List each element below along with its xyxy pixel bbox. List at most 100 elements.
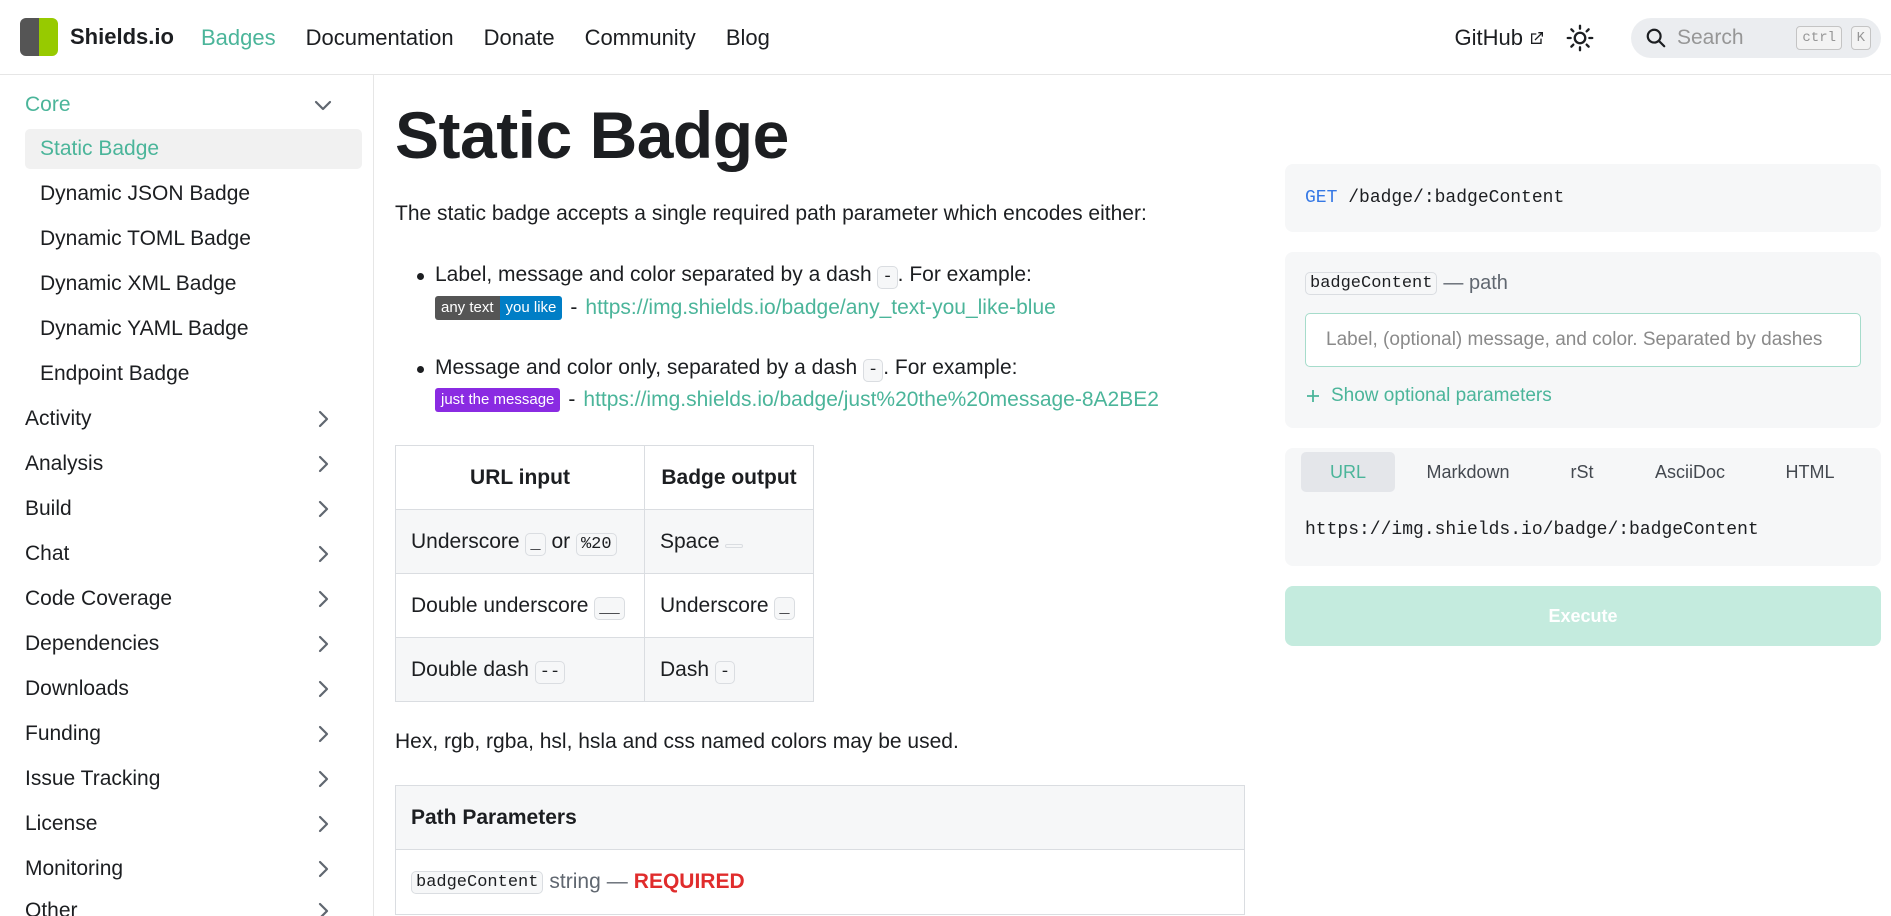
output-format-tabs: URL Markdown rSt AsciiDoc HTML (1301, 452, 1863, 492)
sidebar-category-analysis[interactable]: Analysis (25, 444, 355, 484)
sidebar-category-label: Activity (25, 407, 92, 430)
sidebar-category-chat[interactable]: Chat (25, 534, 355, 574)
sidebar-item-dynamic-yaml-badge[interactable]: Dynamic YAML Badge (25, 309, 362, 349)
tab-asciidoc[interactable]: AsciiDoc (1623, 452, 1757, 492)
chevron-right-icon (318, 455, 329, 473)
cell-text: Dash (660, 657, 710, 681)
sidebar-category-label: Core (25, 93, 71, 116)
execute-button[interactable]: Execute (1285, 586, 1881, 646)
field-kind: — path (1443, 272, 1508, 294)
field-name: badgeContent (1305, 272, 1438, 295)
http-method: GET (1305, 188, 1338, 208)
table-cell: Dash - (644, 637, 814, 702)
sidebar-category-label: Analysis (25, 452, 104, 475)
dash-code: - (877, 266, 898, 289)
search-button[interactable]: Search ctrl K (1631, 17, 1881, 58)
param-type: string (549, 870, 601, 893)
output-panel: URL Markdown rSt AsciiDoc HTML https://i… (1285, 448, 1881, 566)
sidebar-category-label: Code Coverage (25, 587, 173, 610)
separator: - (568, 388, 576, 411)
sidebar-category-label: Other (25, 899, 78, 916)
sidebar-category-activity[interactable]: Activity (25, 399, 355, 439)
sidebar-category-license[interactable]: License (25, 804, 355, 844)
brand-logo-link[interactable]: Shields.io (20, 18, 174, 56)
bullet-dot (417, 366, 424, 373)
plus-icon (1307, 390, 1319, 402)
sidebar-item-dynamic-xml-badge[interactable]: Dynamic XML Badge (25, 264, 362, 304)
github-link[interactable]: GitHub (1455, 25, 1545, 51)
sidebar-item-static-badge[interactable]: Static Badge (25, 129, 362, 169)
kbd-k: K (1850, 25, 1871, 50)
required-label: REQUIRED (633, 870, 745, 893)
chevron-right-icon (318, 680, 329, 698)
sidebar-category-build[interactable]: Build (25, 489, 355, 529)
sun-icon (1566, 24, 1594, 51)
nav-link-donate[interactable]: Donate (484, 25, 555, 51)
param-name: badgeContent (411, 870, 544, 894)
tab-url[interactable]: URL (1301, 452, 1395, 492)
cell-code: %20 (575, 532, 617, 556)
table-cell: Underscore _ or %20 (395, 509, 645, 574)
separator: - (570, 296, 578, 319)
nav-link-blog[interactable]: Blog (726, 25, 770, 51)
example-url-link[interactable]: https://img.shields.io/badge/just%20the%… (583, 388, 1159, 412)
cell-code: _ (525, 532, 546, 556)
sidebar-category-monitoring[interactable]: Monitoring (25, 849, 355, 889)
sidebar-item-dynamic-json-badge[interactable]: Dynamic JSON Badge (25, 174, 362, 214)
search-placeholder: Search (1677, 25, 1744, 49)
bullet-1-text: Label, message and color separated by a … (435, 263, 878, 286)
nav-link-community[interactable]: Community (585, 25, 696, 51)
chevron-right-icon (318, 860, 329, 878)
sidebar-category-label: Chat (25, 542, 70, 565)
chevron-right-icon (318, 815, 329, 833)
show-optional-parameters-button[interactable]: Show optional parameters (1305, 385, 1552, 407)
page-title: Static Badge (395, 98, 789, 172)
badge-message: you like (499, 296, 563, 320)
sidebar-category-funding[interactable]: Funding (25, 714, 355, 754)
table-row: Underscore _ or %20 Space (395, 509, 814, 574)
nav-link-badges[interactable]: Badges (201, 25, 276, 51)
sidebar-category-dependencies[interactable]: Dependencies (25, 624, 355, 664)
cell-code: __ (594, 596, 625, 620)
cell-text: Double dash (411, 657, 529, 681)
dash-code: - (863, 359, 884, 382)
table-cell: Space (644, 509, 814, 574)
table-cell: Double underscore __ (395, 573, 645, 638)
kbd-ctrl: ctrl (1796, 25, 1842, 50)
path-parameters-table: Path Parameters badgeContent string — RE… (395, 785, 1245, 915)
example-url-link[interactable]: https://img.shields.io/badge/any_text-yo… (585, 296, 1055, 320)
show-optional-label: Show optional parameters (1331, 385, 1552, 406)
navbar: Shields.io Badges Documentation Donate C… (0, 0, 1891, 75)
sidebar-category-code-coverage[interactable]: Code Coverage (25, 579, 355, 619)
theme-toggle-button[interactable] (1565, 23, 1595, 53)
param-row: badgeContent string — REQUIRED (396, 850, 1244, 914)
nav-link-documentation[interactable]: Documentation (306, 25, 454, 51)
chevron-right-icon (318, 770, 329, 788)
sidebar-item-dynamic-toml-badge[interactable]: Dynamic TOML Badge (25, 219, 362, 259)
badge-content-input[interactable]: Label, (optional) message, and color. Se… (1305, 313, 1861, 367)
sidebar-item-endpoint-badge[interactable]: Endpoint Badge (25, 354, 362, 394)
example-badge-any-text: any text you like (435, 296, 563, 320)
sidebar-category-issue-tracking[interactable]: Issue Tracking (25, 759, 355, 799)
brand-name: Shields.io (70, 24, 174, 49)
sidebar-category-core[interactable]: Core (25, 85, 355, 125)
sidebar-category-other[interactable]: Other (25, 891, 355, 916)
endpoint-path: /badge/:badgeContent (1348, 188, 1565, 208)
cell-text: or (551, 529, 571, 553)
navbar-right: GitHub Search ctrl K (1455, 0, 1891, 75)
external-link-icon (1531, 31, 1543, 44)
bullet-dot (417, 273, 424, 280)
tab-html[interactable]: HTML (1757, 452, 1863, 492)
field-label: badgeContent — path (1305, 272, 1508, 295)
url-mapping-table: URL input Badge output Underscore _ or %… (395, 445, 814, 702)
github-label: GitHub (1454, 24, 1523, 50)
tab-markdown[interactable]: Markdown (1395, 452, 1541, 492)
output-url[interactable]: https://img.shields.io/badge/:badgeConte… (1305, 520, 1759, 540)
sidebar-category-downloads[interactable]: Downloads (25, 669, 355, 709)
cell-code: - (714, 660, 736, 684)
parameters-panel: badgeContent — path Label, (optional) me… (1285, 252, 1881, 428)
shields-logo-icon (20, 18, 58, 56)
table-header: URL input (395, 445, 645, 510)
sidebar: Core Static Badge Dynamic JSON Badge Dyn… (0, 75, 374, 916)
tab-rst[interactable]: rSt (1541, 452, 1623, 492)
